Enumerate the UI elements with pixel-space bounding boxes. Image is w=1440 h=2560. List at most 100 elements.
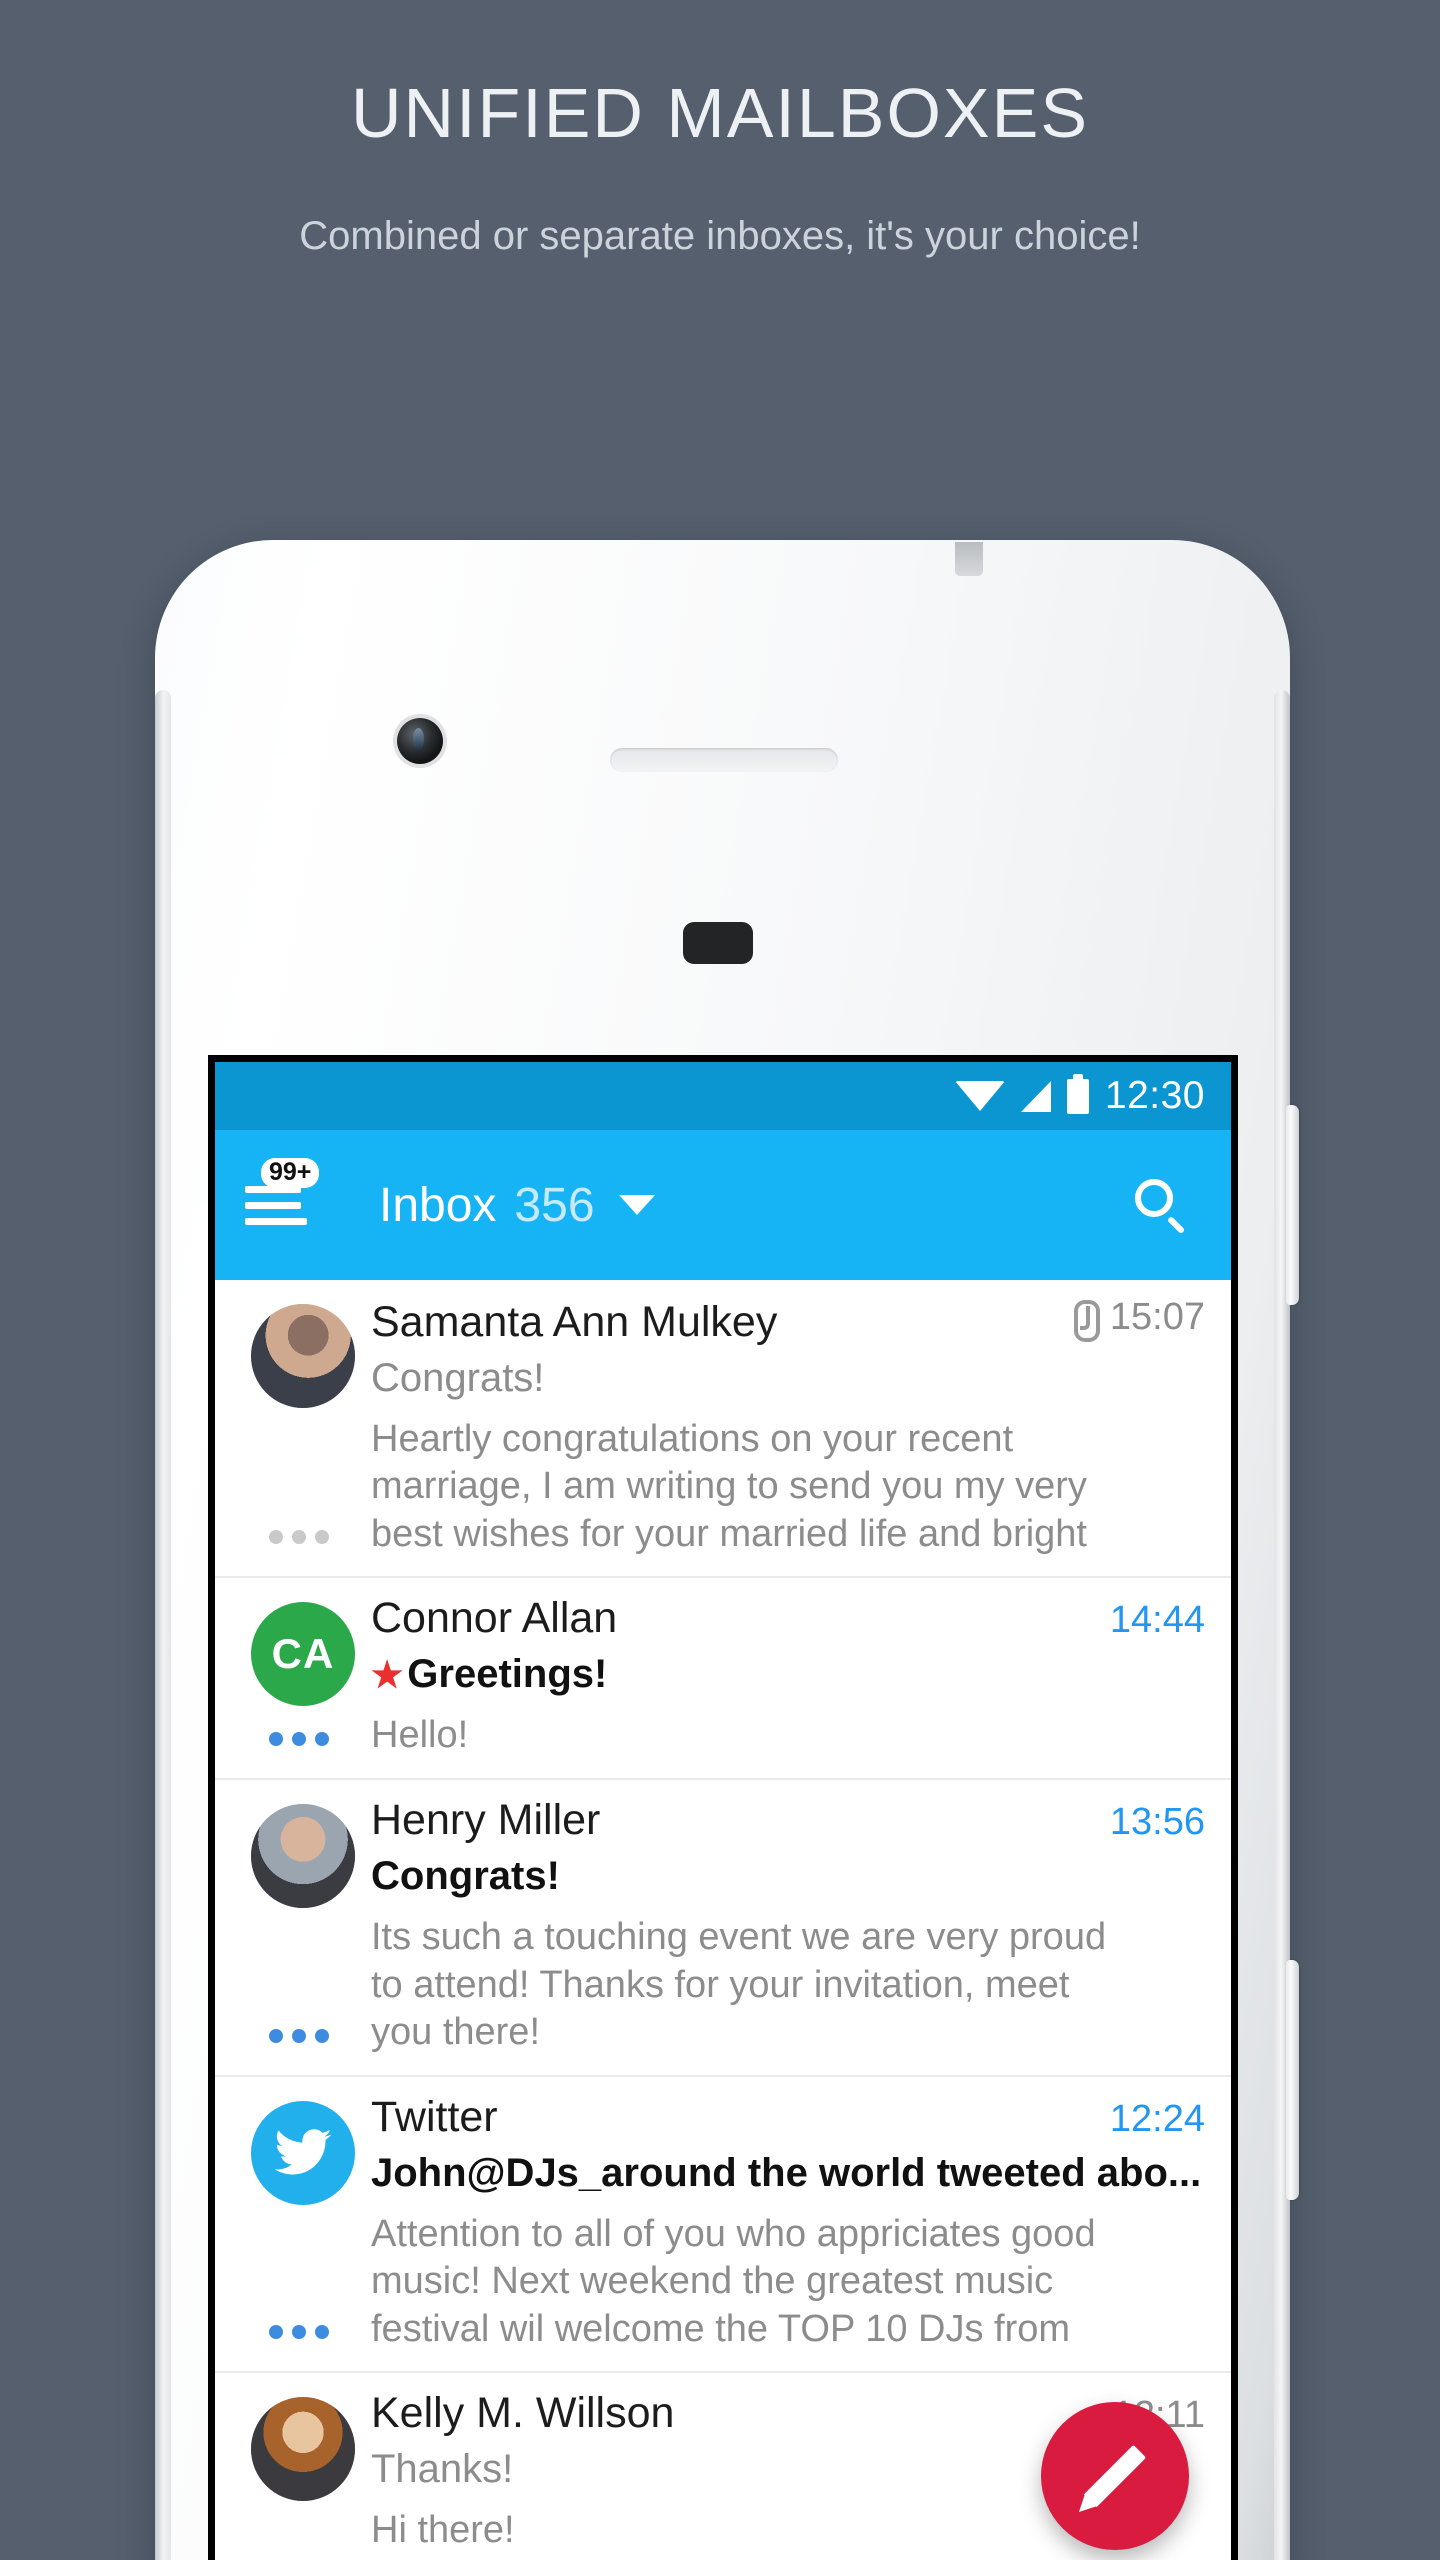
mail-preview-line: Attention to all of you who appriciates … — [371, 2212, 1096, 2255]
mail-sender: Connor Allan — [371, 1594, 618, 1643]
mail-preview-line: festival wil welcome the TOP 10 DJs from — [371, 2307, 1071, 2350]
mail-preview-line: Heartly congratulations on your recent — [371, 1417, 1014, 1460]
mail-item-status-dots[interactable] — [269, 2028, 329, 2043]
mail-item-header: Twitter 12:24 — [371, 2093, 1205, 2142]
mail-preview: Its such a touching event we are very pr… — [371, 1914, 1205, 2057]
twitter-bird-icon — [251, 2100, 355, 2205]
mail-preview-line: Its such a touching event we are very pr… — [371, 1916, 1107, 1959]
mail-preview-line: Hello! — [371, 1714, 469, 1757]
status-dot — [292, 1731, 306, 1746]
status-bar: 12:30 — [215, 1062, 1231, 1130]
mail-item-content: Connor Allan 14:44 ★ Greetings! Hello! — [369, 1594, 1205, 1760]
mail-item-content: Samanta Ann Mulkey 15:07 Congrats! Heartly … — [369, 1296, 1205, 1558]
status-dot — [315, 1731, 329, 1746]
mail-item-left — [241, 1796, 369, 2057]
mail-item-status-dots[interactable] — [269, 1731, 329, 1746]
mail-item-header: Connor Allan 14:44 — [371, 1594, 1205, 1643]
mailbox-selector[interactable]: Inbox 356 — [379, 1178, 655, 1233]
mail-preview-line: music! Next weekend the greatest music — [371, 2260, 1054, 2303]
mail-list-item[interactable]: CA Connor Allan 14:44 ★ Greetings! Hello! — [215, 1578, 1231, 1780]
mail-item-left — [241, 2389, 369, 2560]
cellular-signal-icon — [1020, 1080, 1051, 1112]
mail-item-left: CA — [241, 1594, 369, 1760]
mail-item-left — [241, 1296, 369, 1558]
mail-subject: ★ Greetings! — [371, 1652, 608, 1697]
status-dot — [292, 1530, 306, 1545]
mail-subject: John@DJs_around the world tweeted abo... — [371, 2150, 1202, 2195]
page-title: UNIFIED MAILBOXES — [350, 74, 1090, 152]
mail-list-item[interactable]: Twitter 12:24 John@DJs_around the world tw… — [215, 2077, 1231, 2374]
mail-preview-line: you there! — [371, 2011, 540, 2054]
mail-preview-line: Thanks for the help with my project last — [371, 2555, 1205, 2560]
mail-sender: Twitter — [371, 2092, 498, 2141]
camera-lens-icon — [397, 718, 443, 764]
avatar[interactable] — [251, 2100, 355, 2205]
status-dot — [315, 1530, 329, 1545]
mail-item-header: Samanta Ann Mulkey 15:07 — [371, 1296, 1205, 1347]
hamburger-menu-icon[interactable]: 99+ — [245, 1158, 320, 1236]
phone-screen: 12:30 99+ Inbox 356 Samanta Ann Mulkey 1… — [215, 1062, 1231, 2560]
mail-subject: Congrats! — [371, 1853, 560, 1898]
app-bar: 99+ Inbox 356 — [215, 1130, 1231, 1280]
mailbox-title: Inbox — [379, 1178, 497, 1232]
attachment-paperclip-icon — [1070, 1299, 1100, 1342]
mail-subject: Congrats! — [371, 1355, 545, 1400]
mail-item-header: Henry Miller 13:56 — [371, 1796, 1205, 1845]
proximity-sensor-icon — [683, 922, 753, 964]
status-dot — [292, 2325, 306, 2340]
power-button[interactable] — [1286, 1105, 1299, 1305]
compose-fab-button[interactable] — [1041, 2402, 1189, 2550]
mail-item-left — [241, 2093, 369, 2354]
mail-item-meta: 15:07 — [1070, 1296, 1205, 1342]
avatar[interactable] — [251, 1803, 355, 1908]
status-dot — [315, 2325, 329, 2340]
status-bar-clock: 12:30 — [1104, 1074, 1205, 1117]
avatar[interactable]: CA — [251, 1602, 355, 1707]
volume-button[interactable] — [1286, 1960, 1299, 2200]
mail-list-item[interactable]: Henry Miller 13:56 Congrats! Its such a tou… — [215, 1780, 1231, 2077]
avatar-initials: CA — [251, 1602, 355, 1707]
status-dot — [315, 2028, 329, 2043]
mail-timestamp: 15:07 — [1109, 1296, 1205, 1338]
antenna-band — [955, 542, 983, 576]
mail-preview: Attention to all of you who appriciates … — [371, 2211, 1205, 2354]
phone-mockup: 12:30 99+ Inbox 356 Samanta Ann Mulkey 1… — [155, 540, 1299, 2560]
avatar-photo — [251, 2397, 355, 2502]
status-dot — [269, 2028, 283, 2043]
mailbox-count: 356 — [514, 1178, 595, 1232]
avatar[interactable] — [251, 2397, 355, 2502]
battery-icon — [1066, 1073, 1089, 1114]
unread-badge: 99+ — [261, 1158, 320, 1189]
compose-pencil-icon — [1083, 2444, 1147, 2508]
mail-timestamp: 14:44 — [1109, 1599, 1205, 1642]
hamburger-line — [245, 1201, 301, 1209]
mail-item-meta: 14:44 — [1110, 1599, 1205, 1642]
avatar-photo — [251, 1304, 355, 1408]
mail-preview-line: marriage, I am writing to send you my ve… — [371, 1465, 1087, 1508]
mail-timestamp: 12:24 — [1109, 2097, 1205, 2140]
mail-item-status-dots[interactable] — [269, 1530, 329, 1545]
avatar[interactable] — [251, 1304, 355, 1408]
mail-timestamp: 13:56 — [1109, 1800, 1205, 1843]
search-icon[interactable] — [1133, 1177, 1189, 1235]
mail-item-meta: 12:24 — [1110, 2098, 1205, 2141]
status-dot — [292, 2028, 306, 2043]
earpiece-speaker-icon — [610, 748, 838, 772]
mail-sender: Kelly M. Willson — [371, 2389, 675, 2438]
status-dot — [269, 2325, 283, 2340]
phone-left-rail — [155, 690, 171, 2560]
status-dot — [269, 1530, 283, 1545]
mail-preview-line: best wishes for your married life and br… — [371, 1512, 1087, 1555]
mail-preview: Hello! — [371, 1712, 1205, 1760]
mail-item-content: Henry Miller 13:56 Congrats! Its such a tou… — [369, 1796, 1205, 2057]
mail-preview: Heartly congratulations on your recent ma… — [371, 1416, 1205, 1559]
mail-item-status-dots[interactable] — [269, 2325, 329, 2340]
promo-header: UNIFIED MAILBOXES Combined or separate i… — [0, 0, 1440, 263]
mail-item-meta: 13:56 — [1110, 1801, 1205, 1844]
status-dot — [269, 1731, 283, 1746]
avatar-photo — [251, 1803, 355, 1908]
hamburger-line — [245, 1217, 307, 1225]
star-icon[interactable]: ★ — [371, 1654, 403, 1695]
chevron-down-icon — [618, 1195, 655, 1215]
mail-list-item[interactable]: Samanta Ann Mulkey 15:07 Congrats! Heartly … — [215, 1280, 1231, 1579]
